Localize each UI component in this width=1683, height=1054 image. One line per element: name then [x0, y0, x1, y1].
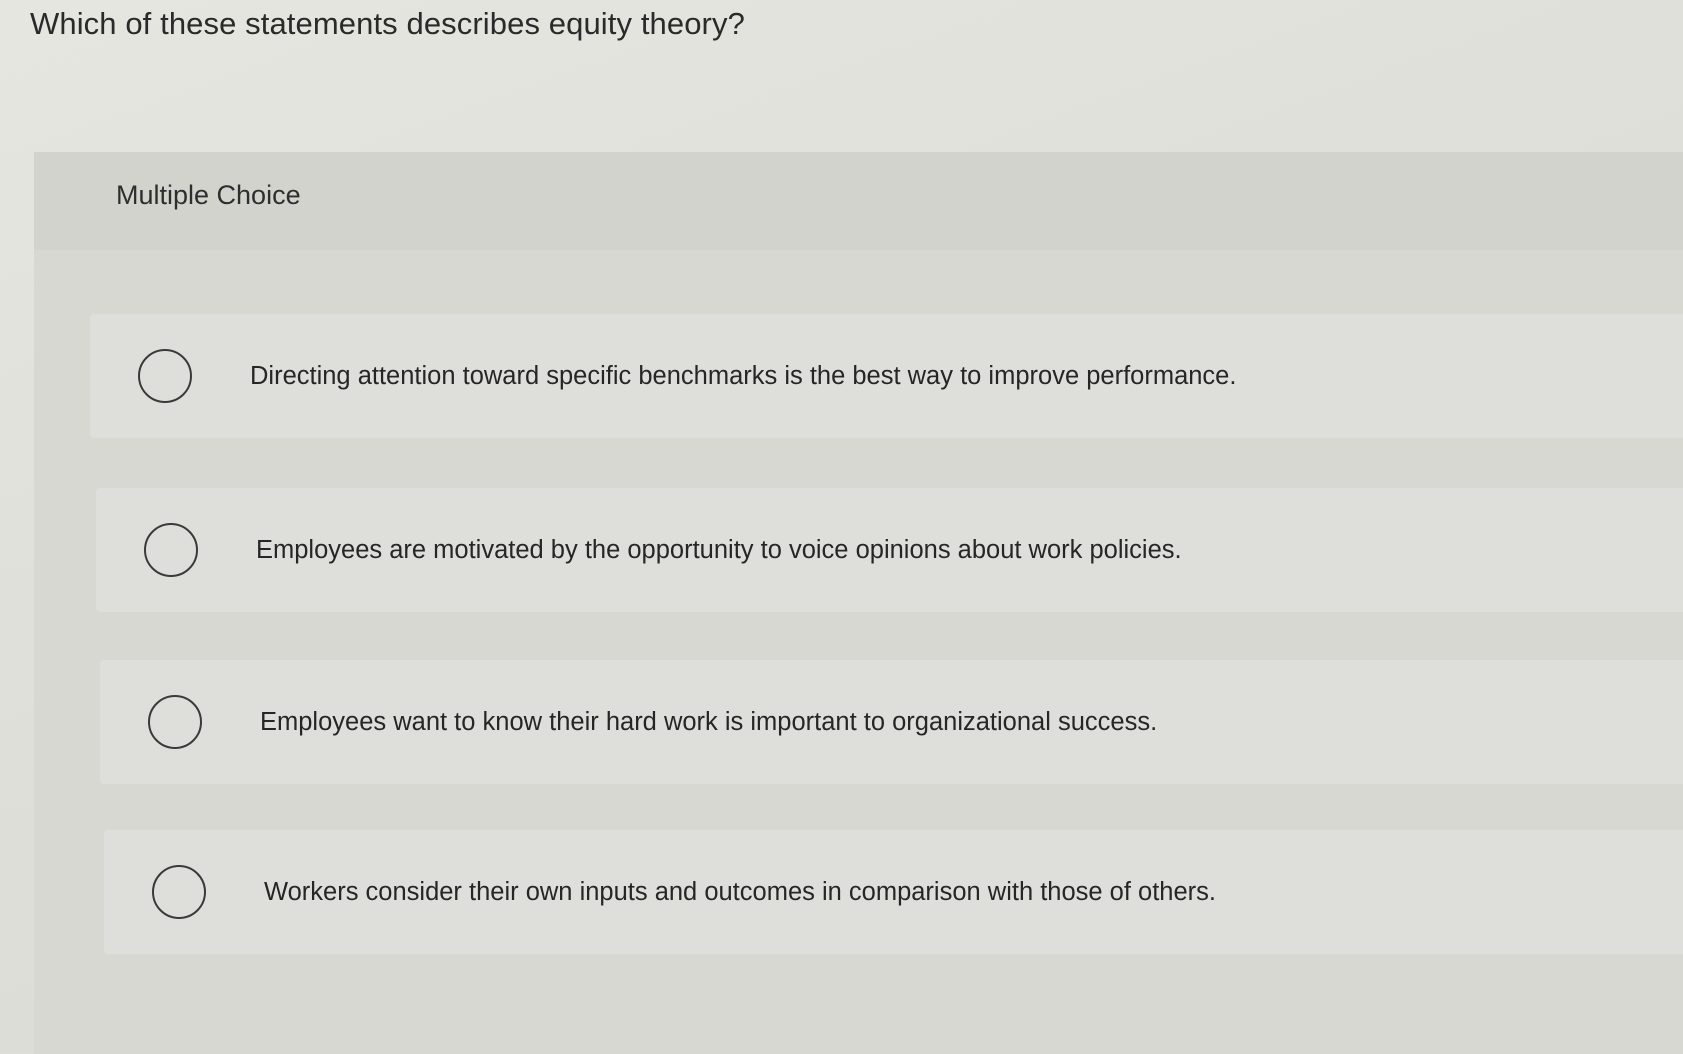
question-type-label: Multiple Choice	[116, 180, 301, 210]
radio-button-icon[interactable]	[148, 695, 202, 749]
answer-option-4[interactable]: Workers consider their own inputs and ou…	[104, 830, 1683, 954]
answer-option-text[interactable]: Workers consider their own inputs and ou…	[264, 878, 1216, 907]
multiple-choice-panel: Multiple Choice Directing attention towa…	[34, 152, 1683, 1054]
answer-option-text[interactable]: Employees want to know their hard work i…	[260, 708, 1157, 737]
panel-header: Multiple Choice	[34, 152, 1683, 250]
radio-button-icon[interactable]	[144, 523, 198, 577]
answer-option-3[interactable]: Employees want to know their hard work i…	[100, 660, 1683, 784]
radio-button-icon[interactable]	[138, 349, 192, 403]
answer-option-1[interactable]: Directing attention toward specific benc…	[90, 314, 1683, 438]
radio-button-icon[interactable]	[152, 865, 206, 919]
answer-option-text[interactable]: Employees are motivated by the opportuni…	[256, 536, 1182, 565]
answer-option-text[interactable]: Directing attention toward specific benc…	[250, 362, 1236, 391]
answer-option-2[interactable]: Employees are motivated by the opportuni…	[96, 488, 1683, 612]
question-text: Which of these statements describes equi…	[30, 6, 745, 41]
